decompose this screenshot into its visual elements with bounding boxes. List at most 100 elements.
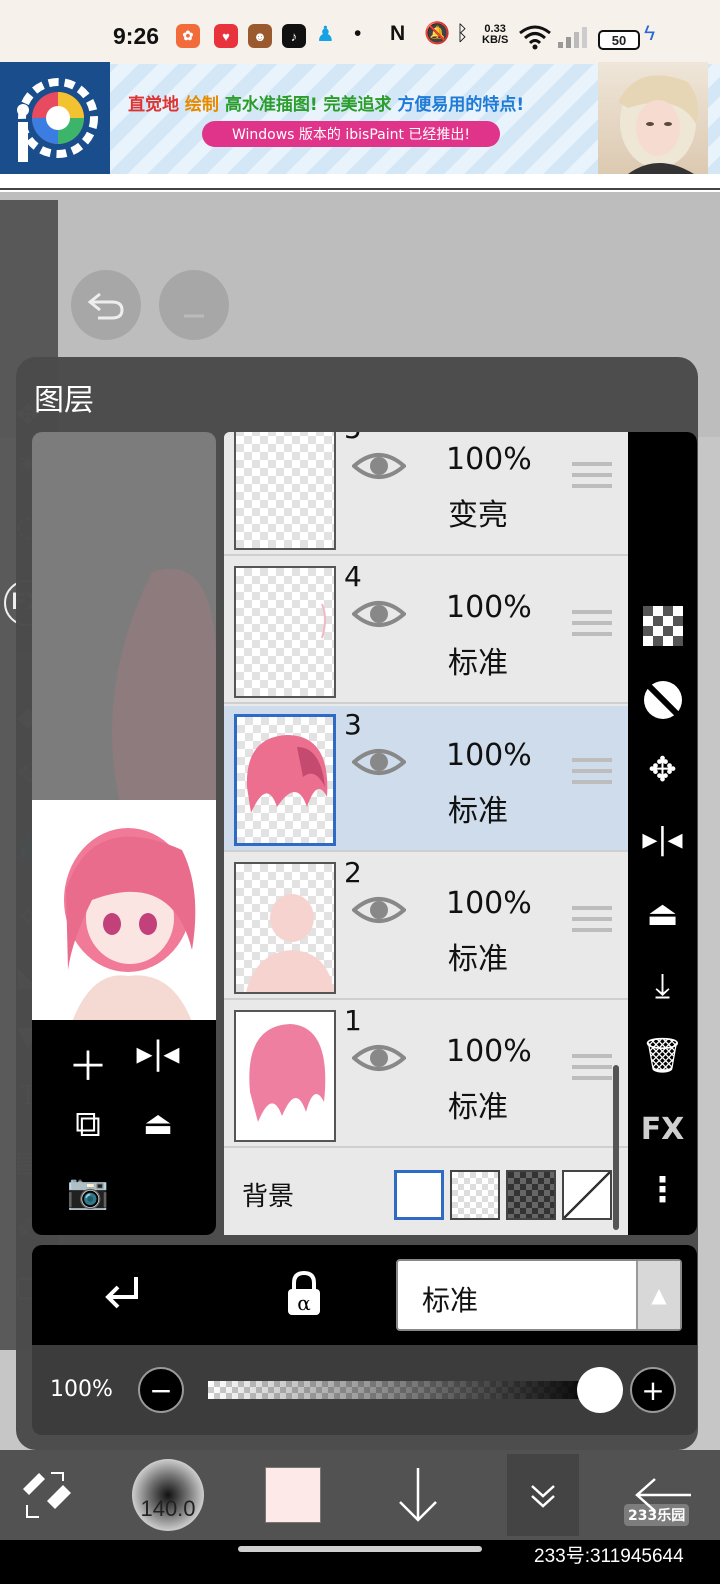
undo-button[interactable] (71, 270, 141, 340)
layer-blend-mode: 标准 (448, 794, 508, 829)
banner-headline: 直觉地 绘制 高水准插图! 完美追求 方便易用的特点! (128, 90, 524, 115)
watermark-id: 233号:311945644 (534, 1546, 684, 1567)
opacity-slider[interactable] (208, 1381, 600, 1399)
drag-handle-icon[interactable] (572, 462, 612, 496)
signal-icon (558, 27, 587, 48)
network-speed: 0.33 KB/S (482, 23, 509, 46)
canvas-thumbnail[interactable] (32, 800, 216, 1022)
layer-thumbnail[interactable] (234, 432, 336, 550)
drag-handle-icon[interactable] (572, 610, 612, 644)
opacity-slider-knob[interactable] (577, 1367, 623, 1413)
wifi-icon (519, 25, 551, 50)
add-layer-button[interactable]: ＋ (58, 1034, 118, 1092)
layer-panel-title: 图层 (34, 383, 94, 418)
layer-list[interactable]: 5 100% 变亮 4 100% 标准 3 100% 标准 2 100% 标准 (224, 432, 628, 1235)
ibispaint-logo[interactable] (0, 62, 110, 174)
visibility-eye-icon[interactable] (352, 594, 406, 634)
dot-icon: • (354, 22, 362, 45)
background-none-option[interactable] (562, 1170, 612, 1220)
tool-selection-button[interactable] (10, 1450, 80, 1540)
notification-app-icon: ✿ (176, 24, 200, 48)
brush-eraser-swap-icon (23, 1472, 71, 1518)
drag-handle-icon[interactable] (572, 1054, 612, 1088)
flip-horizontal-icon[interactable]: ▸|◂ (628, 822, 697, 857)
layer-opacity: 100% (446, 886, 532, 921)
import-photo-button[interactable]: 📷 (58, 1172, 118, 1212)
double-chevron-down-icon (531, 1485, 555, 1508)
layer-number: 5 (344, 432, 362, 445)
flip-canvas-horizontal-button[interactable]: ▸|◂ (128, 1034, 188, 1072)
opacity-label: 100% (50, 1377, 113, 1402)
banner-segment: 高水准插图! (224, 95, 324, 115)
layer-list-scrollbar[interactable] (613, 1065, 619, 1230)
layer-number: 3 (344, 708, 362, 741)
blend-mode-value: 标准 (422, 1284, 479, 1317)
qq-icon: ♟ (316, 23, 335, 46)
banner-segment: 完美追求 (323, 95, 398, 115)
visibility-eye-icon[interactable] (352, 742, 406, 782)
layer-row-selected[interactable]: 3 100% 标准 (224, 706, 628, 852)
drag-handle-icon[interactable] (572, 758, 612, 792)
redo-button[interactable] (159, 270, 229, 340)
thumbnail-image (64, 828, 196, 1022)
banner-subtitle[interactable]: Windows 版本的 ibisPaint 已经推出! (202, 121, 500, 147)
invert-icon[interactable] (628, 678, 697, 731)
layer-opacity: 100% (446, 738, 532, 773)
layer-actions-bar: ✥ ▸|◂ ⏏ ⤓ 🗑 FX ⋮ (628, 432, 697, 1235)
home-indicator[interactable] (238, 1546, 482, 1552)
back-button[interactable] (618, 1450, 708, 1540)
video-app-icon: ♥ (214, 24, 238, 48)
bottom-toolbar: 140.0 233乐园 (0, 1450, 720, 1540)
blend-mode-select[interactable]: 标准 ▲ (396, 1259, 682, 1331)
visibility-eye-icon[interactable] (352, 1038, 406, 1078)
layer-down-button[interactable] (388, 1450, 448, 1540)
alpha-lock-icon[interactable]: α (284, 1271, 324, 1317)
layer-number: 1 (344, 1004, 362, 1037)
layer-number: 4 (344, 560, 362, 593)
brush-size-button[interactable]: 140.0 (128, 1450, 208, 1540)
layer-fx-button[interactable]: FX (628, 1112, 697, 1147)
layer-thumbnail[interactable] (234, 566, 336, 698)
layer-row[interactable]: 1 100% 标准 (224, 1002, 628, 1148)
233-logo: 233乐园 (624, 1504, 690, 1526)
opacity-decrease-button[interactable]: − (138, 1367, 184, 1413)
brush-size-value: 140.0 (140, 1496, 196, 1521)
visibility-eye-icon[interactable] (352, 446, 406, 486)
checker-icon[interactable] (628, 606, 697, 655)
color-swatch-button[interactable] (262, 1450, 324, 1540)
layer-number: 2 (344, 856, 362, 889)
layer-row[interactable]: 4 100% 标准 (224, 558, 628, 704)
duplicate-layer-button[interactable]: ⧉ (58, 1104, 118, 1146)
redo-icon (184, 314, 204, 318)
background-transparent-dark-option[interactable] (506, 1170, 556, 1220)
dropdown-arrow-icon[interactable]: ▲ (636, 1261, 680, 1329)
layer-opacity: 100% (446, 1034, 532, 1069)
layer-blend-mode: 标准 (448, 646, 508, 681)
clock: 9:26 (113, 23, 160, 49)
thumbnail-toolbar: ＋ ▸|◂ ⧉ ⏏ 📷 (32, 1020, 216, 1235)
layer-blend-mode: 标准 (448, 942, 508, 977)
game-app-icon: ☻ (248, 24, 272, 48)
background-white-option[interactable] (394, 1170, 444, 1220)
drag-handle-icon[interactable] (572, 906, 612, 940)
layer-thumbnail[interactable] (234, 862, 336, 994)
tiktok-icon: ♪ (282, 24, 306, 48)
trash-icon[interactable]: 🗑 (628, 1036, 697, 1076)
flip-vertical-icon[interactable]: ⏏ (628, 894, 697, 934)
collapse-panel-button[interactable] (507, 1454, 579, 1536)
opacity-increase-button[interactable]: + (630, 1367, 676, 1413)
more-icon[interactable]: ⋮ (628, 1170, 697, 1210)
ibispaint-logo-icon (17, 78, 98, 162)
charging-icon: ϟ (644, 22, 656, 45)
merge-down-icon[interactable]: ⤓ (628, 966, 697, 1006)
move-icon[interactable]: ✥ (628, 750, 697, 790)
layer-row[interactable]: 5 100% 变亮 (224, 432, 628, 556)
clipping-icon[interactable] (102, 1273, 142, 1317)
layer-row[interactable]: 2 100% 标准 (224, 854, 628, 1000)
layer-thumbnail[interactable] (234, 714, 336, 846)
background-transparent-light-option[interactable] (450, 1170, 500, 1220)
flip-canvas-vertical-button[interactable]: ⏏ (128, 1104, 188, 1142)
layer-thumbnail[interactable] (234, 1010, 336, 1142)
visibility-eye-icon[interactable] (352, 890, 406, 930)
battery-icon: 50 (598, 30, 640, 50)
